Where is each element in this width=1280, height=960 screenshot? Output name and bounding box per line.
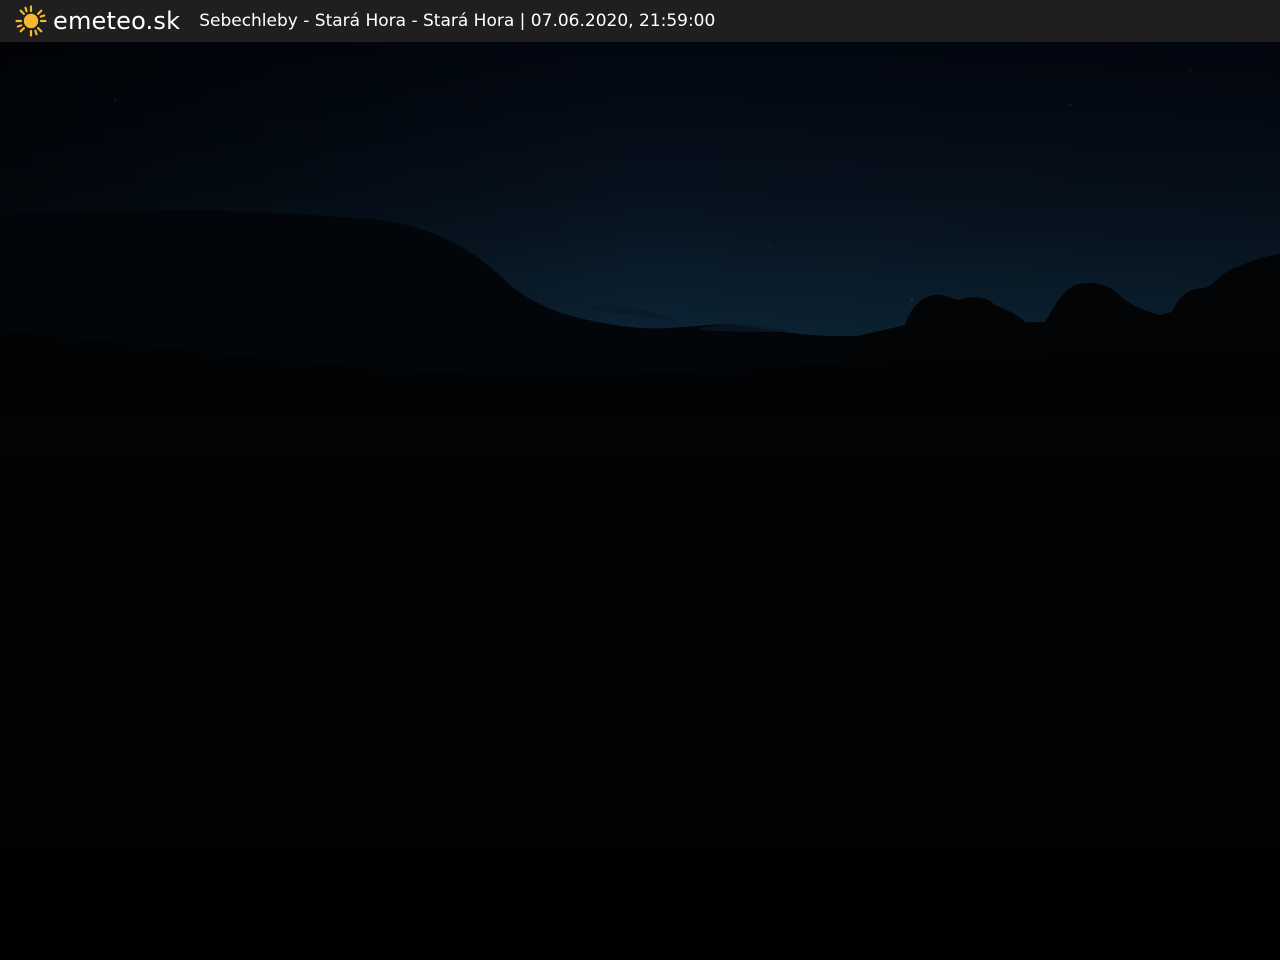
webcam-image — [0, 0, 1280, 960]
site-logo[interactable]: emeteo.sk — [15, 0, 180, 42]
site-name: emeteo.sk — [53, 7, 181, 35]
top-bar: emeteo.sk Sebechleby - Stará Hora - Star… — [0, 0, 1280, 42]
sun-icon — [15, 5, 47, 37]
webcam-frame: emeteo.sk Sebechleby - Stará Hora - Star… — [0, 0, 1280, 960]
webcam-caption: Sebechleby - Stará Hora - Stará Hora | 0… — [199, 11, 716, 31]
dark-ground — [0, 370, 1280, 960]
